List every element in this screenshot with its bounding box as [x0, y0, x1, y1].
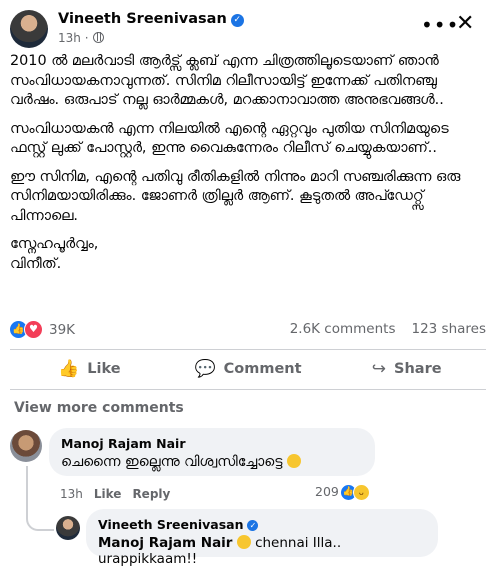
like-label: Like [87, 361, 121, 377]
reply-bubble: Vineeth Sreenivasan ✓ Manoj Rajam Nair ch… [86, 509, 438, 567]
post-header: Vineeth Sreenivasan ✓ 13h · ••• ✕ [0, 0, 496, 52]
author-name[interactable]: Vineeth Sreenivasan [58, 11, 227, 27]
comment-actions: 13h Like Reply [60, 487, 181, 501]
view-more-comments-link[interactable]: View more comments [14, 400, 184, 416]
grimace-emoji-icon [286, 454, 301, 468]
reaction-summary[interactable]: 👍 ♥ 39K [10, 320, 75, 340]
reply-author-avatar[interactable] [56, 516, 80, 540]
action-bar: 👍 Like 💬 Comment ↪ Share [10, 352, 486, 386]
thumbs-up-icon: 👍 [58, 359, 80, 379]
commenter-avatar[interactable] [10, 430, 42, 462]
haha-reaction-icon: ᴗ [352, 484, 370, 501]
reply-thread-line [26, 466, 54, 531]
comment-icon: 💬 [194, 359, 216, 379]
divider [10, 389, 486, 390]
share-icon: ↪ [371, 359, 387, 379]
smile-emoji-icon [236, 535, 251, 549]
comment-author[interactable]: Manoj Rajam Nair [61, 436, 186, 451]
reply-author-row: Vineeth Sreenivasan ✓ [98, 517, 259, 532]
verified-badge-icon: ✓ [247, 520, 259, 531]
comment-button[interactable]: 💬 Comment [169, 352, 328, 386]
post-meta: 13h · [58, 31, 104, 45]
engagement-counts: 2.6K comments 123 shares [290, 321, 486, 337]
comment-time[interactable]: 13h [60, 487, 83, 501]
comment-like-button[interactable]: Like [94, 487, 122, 501]
post-time[interactable]: 13h [58, 31, 81, 45]
shares-count[interactable]: 123 shares [411, 321, 486, 337]
verified-badge-icon: ✓ [230, 14, 244, 27]
share-label: Share [394, 361, 442, 377]
divider [10, 349, 486, 350]
post-body: 2010 ൽ മലർവാടി ആർട്സ് ക്ലബ് എന്ന ചിത്രത്… [10, 52, 488, 283]
reaction-count: 39K [49, 321, 76, 338]
comment-text: ചെന്നൈ ഇല്ലെന്നു വിശ്വസിച്ചോട്ടെ [61, 454, 283, 470]
comments-count[interactable]: 2.6K comments [290, 321, 396, 337]
author-avatar[interactable] [10, 10, 48, 48]
post-paragraph: ഈ സിനിമ, എന്റെ പതിവു രീതികളിൽ നിന്നും മാ… [10, 168, 461, 224]
comment-reactions[interactable]: 209 👍 ᴗ [315, 484, 370, 501]
comment-reaction-count: 209 [315, 484, 339, 499]
comment-label: Comment [223, 361, 302, 377]
globe-icon [92, 32, 104, 43]
reply-text-row: Manoj Rajam Nair chennai Illa.. urappikk… [98, 535, 438, 567]
close-button[interactable]: ✕ [456, 11, 474, 36]
post-paragraph: സംവിധായകൻ എന്ന നിലയിൽ എന്റെ ഏറ്റവും പുതി… [10, 120, 449, 157]
share-button[interactable]: ↪ Share [327, 352, 486, 386]
love-reaction-icon: ♥ [24, 320, 43, 339]
more-options-button[interactable]: ••• [421, 13, 459, 37]
comment-bubble: Manoj Rajam Nair ചെന്നൈ ഇല്ലെന്നു വിശ്വസ… [49, 428, 375, 476]
reply-author[interactable]: Vineeth Sreenivasan [98, 517, 243, 532]
author-name-row: Vineeth Sreenivasan ✓ [58, 11, 244, 27]
post-paragraph: 2010 ൽ മലർവാടി ആർട്സ് ക്ലബ് എന്ന ചിത്രത്… [10, 53, 444, 108]
comment-reply-button[interactable]: Reply [132, 487, 170, 501]
reply-mention[interactable]: Manoj Rajam Nair [98, 535, 232, 551]
post-paragraph: സ്നേഹപൂർവ്വം, വിനീത്. [10, 236, 99, 272]
comment-text-row: ചെന്നൈ ഇല്ലെന്നു വിശ്വസിച്ചോട്ടെ [61, 454, 301, 470]
like-button[interactable]: 👍 Like [10, 352, 169, 386]
